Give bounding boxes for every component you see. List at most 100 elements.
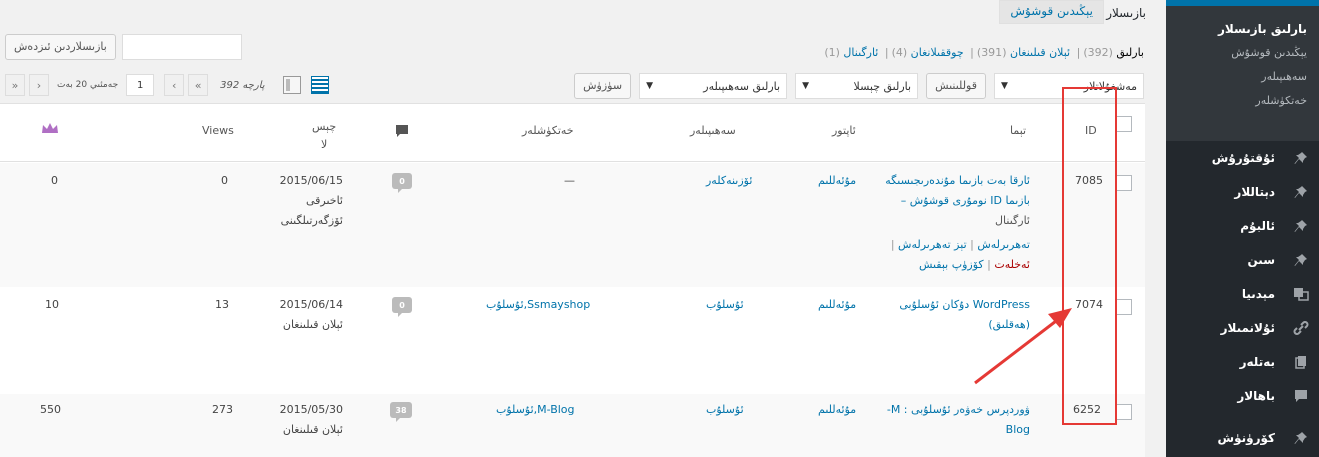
edit-action[interactable]: تەھرىرلەش	[977, 238, 1030, 251]
sidebar-item-pages[interactable]: بەتلەر	[1166, 345, 1319, 379]
sidebar-item-links[interactable]: ئۇلانمىلار	[1166, 311, 1319, 345]
excerpt-view-icon[interactable]	[282, 76, 301, 94]
post-category[interactable]: ئۇسلۇب	[706, 295, 744, 315]
search-box: بازىسلاردىن ئىزدەش	[0, 34, 242, 60]
first-page-button[interactable]: «	[188, 74, 209, 96]
status-sticky[interactable]: چوققىلانغان (4)	[892, 46, 964, 59]
main-content: بازىسلار يېڭىدىن قوشۇش بازىسلاردىن ئىزدە…	[0, 0, 1166, 457]
comment-count-bubble[interactable]: 0	[392, 297, 412, 317]
sidebar-subitem-categories[interactable]: سەھىپىلەر	[1166, 66, 1319, 90]
sidebar-item-label: ئۇقتۇرۇش	[1211, 151, 1275, 165]
row-checkbox[interactable]	[1116, 299, 1132, 315]
dropdown-arrow-icon: ▼	[646, 81, 653, 91]
row-checkbox[interactable]	[1116, 175, 1132, 191]
sidebar-item-notices[interactable]: ئۇقتۇرۇش	[1166, 141, 1319, 175]
post-author[interactable]: مۇئەللىم	[818, 171, 856, 191]
trash-action[interactable]: ئەخلەت	[994, 258, 1030, 271]
filter-button[interactable]: سۈزۈش	[574, 73, 632, 99]
column-views[interactable]: Views	[202, 124, 234, 137]
prev-page-button[interactable]: ‹	[164, 74, 185, 96]
post-category[interactable]: ئۇسلۇب	[706, 400, 744, 420]
post-tags: —	[564, 174, 575, 187]
table-row: 7085 ئارقا بەت بازىما مۇندەرىجىسىگە بازى…	[0, 163, 1145, 287]
next-page-button[interactable]: ›	[29, 74, 49, 96]
post-title-link-line2[interactable]: Blog	[860, 420, 1030, 440]
status-trash[interactable]: ئارگىنال (1)	[824, 46, 878, 59]
table-row: 7074 WordPress دۇكان ئۇسلۇبى (ھەقلىق) مۇ…	[0, 290, 1145, 394]
sidebar-item-all-posts[interactable]: بارلىق بازىسلار	[1166, 16, 1319, 42]
post-views: 273	[212, 403, 233, 416]
tablenav-filters: ▼ مەشغۇلاتلار قوللىنىش ▼ بارلىق چېسلا ▼ …	[574, 73, 1144, 99]
post-extra-count: 10	[45, 298, 59, 311]
current-page-input[interactable]: 1	[126, 74, 155, 96]
total-pages: جەمئىي 20 بەت	[57, 80, 119, 90]
status-published[interactable]: ئېلان قىلىنغان (391)	[977, 46, 1070, 59]
post-views: 0	[221, 174, 228, 187]
sidebar-item-label: ئۇلانمىلار	[1220, 321, 1275, 335]
category-filter-select[interactable]: ▼ بارلىق سەھىپىلەر	[639, 73, 788, 99]
select-all-checkbox[interactable]	[1116, 116, 1132, 132]
post-date-cell: 2015/05/30 ئېلان قىلىنغان	[260, 400, 343, 440]
sidebar-item-label: كۆرۈنۈش	[1217, 431, 1275, 445]
column-date-line1: چېس	[312, 120, 337, 133]
sidebar-item-label: باھالار	[1237, 389, 1275, 403]
preview-action[interactable]: كۆزۈپ بېقىش	[919, 258, 984, 271]
dropdown-arrow-icon: ▼	[1001, 81, 1008, 91]
dropdown-arrow-icon: ▼	[802, 81, 809, 91]
search-input[interactable]	[121, 34, 242, 60]
sidebar-subitem-tags[interactable]: خەتكۈشلەر	[1166, 90, 1319, 114]
sidebar-item-comments[interactable]: باھالار	[1166, 379, 1319, 413]
post-title-link[interactable]: ۋوردپرس خەۋەر ئۇسلۇبى : M-	[860, 400, 1030, 420]
posts-table: ID تېما ئاپتور سەھىپىلەر خەتكۈشلەر چېس ل…	[0, 103, 1145, 457]
post-category[interactable]: ئۆزىنەكلەر	[706, 171, 752, 191]
column-tags: خەتكۈشلەر	[522, 124, 574, 137]
sidebar-subitem-add-new[interactable]: يېڭىدىن قوشۇش	[1166, 42, 1319, 66]
status-all[interactable]: بارلىق (392)	[1083, 46, 1144, 59]
post-tags[interactable]: ئۇسلۇب,M-Blog	[496, 400, 575, 420]
post-extra-count: 0	[51, 174, 58, 187]
sidebar-item-media[interactable]: مېدىيا	[1166, 277, 1319, 311]
sidebar-item-apps[interactable]: دېتاللار	[1166, 175, 1319, 209]
sidebar-separator	[1166, 413, 1319, 421]
items-count: 392 پارچە	[220, 79, 265, 91]
post-title-cell: ۋوردپرس خەۋەر ئۇسلۇبى : M- Blog	[860, 400, 1030, 440]
post-title-cell: WordPress دۇكان ئۇسلۇبى (ھەقلىق)	[860, 295, 1030, 335]
admin-sidebar: بارلىق بازىسلار يېڭىدىن قوشۇش سەھىپىلەر …	[1166, 0, 1319, 457]
post-status-line1: ئېلان قىلىنغان	[282, 423, 343, 436]
column-author: ئاپتور	[832, 124, 856, 137]
last-page-button[interactable]: »	[5, 74, 25, 96]
comments-column-icon[interactable]	[395, 124, 409, 141]
sidebar-item-appearance[interactable]: كۆرۈنۈش	[1166, 421, 1319, 455]
pin-icon	[1291, 148, 1311, 168]
column-date[interactable]: چېس لا	[312, 118, 336, 154]
post-title-link[interactable]: ئارقا بەت بازىما مۇندەرىجىسىگە	[860, 171, 1030, 191]
comment-count-bubble[interactable]: 0	[392, 173, 412, 193]
column-title[interactable]: تېما	[1010, 124, 1026, 137]
add-new-button[interactable]: يېڭىدىن قوشۇش	[999, 0, 1104, 24]
category-filter-label: بارلىق سەھىپىلەر	[703, 79, 781, 93]
sidebar-item-album[interactable]: ئالبۇم	[1166, 209, 1319, 243]
post-author[interactable]: مۇئەللىم	[818, 400, 856, 420]
post-author[interactable]: مۇئەللىم	[818, 295, 856, 315]
date-filter-select[interactable]: ▼ بارلىق چېسلا	[795, 73, 919, 99]
comment-count-bubble[interactable]: 38	[390, 402, 412, 422]
post-date: 2015/06/15	[279, 174, 343, 187]
column-categories: سەھىپىلەر	[690, 124, 736, 137]
sidebar-item-video[interactable]: سىن	[1166, 243, 1319, 277]
search-button[interactable]: بازىسلاردىن ئىزدەش	[5, 34, 116, 60]
row-actions-2: ئەخلەت | كۆزۈپ بېقىش	[918, 258, 1030, 271]
quick-edit-action[interactable]: تېز تەھرىرلەش	[898, 238, 967, 251]
row-checkbox[interactable]	[1116, 404, 1132, 420]
list-view-icon[interactable]	[310, 76, 329, 94]
sidebar-item-label: دېتاللار	[1234, 185, 1275, 199]
post-title-link[interactable]: WordPress دۇكان ئۇسلۇبى	[860, 295, 1030, 315]
apply-button[interactable]: قوللىنىش	[926, 73, 986, 99]
post-tags[interactable]: ئۇسلۇب,Ssmayshop	[486, 295, 590, 315]
post-state: ئارگىنال	[995, 214, 1030, 227]
post-title-link-line2[interactable]: بازىما ID نومۇرى قوشۇش –	[860, 191, 1030, 211]
post-title-link-line2[interactable]: (ھەقلىق)	[860, 315, 1030, 335]
date-filter-label: بارلىق چېسلا	[853, 79, 912, 93]
link-icon	[1291, 318, 1311, 338]
status-filter-links: بارلىق (392)| ئېلان قىلىنغان (391)| چوقق…	[824, 46, 1144, 59]
pin-icon	[1291, 216, 1311, 236]
